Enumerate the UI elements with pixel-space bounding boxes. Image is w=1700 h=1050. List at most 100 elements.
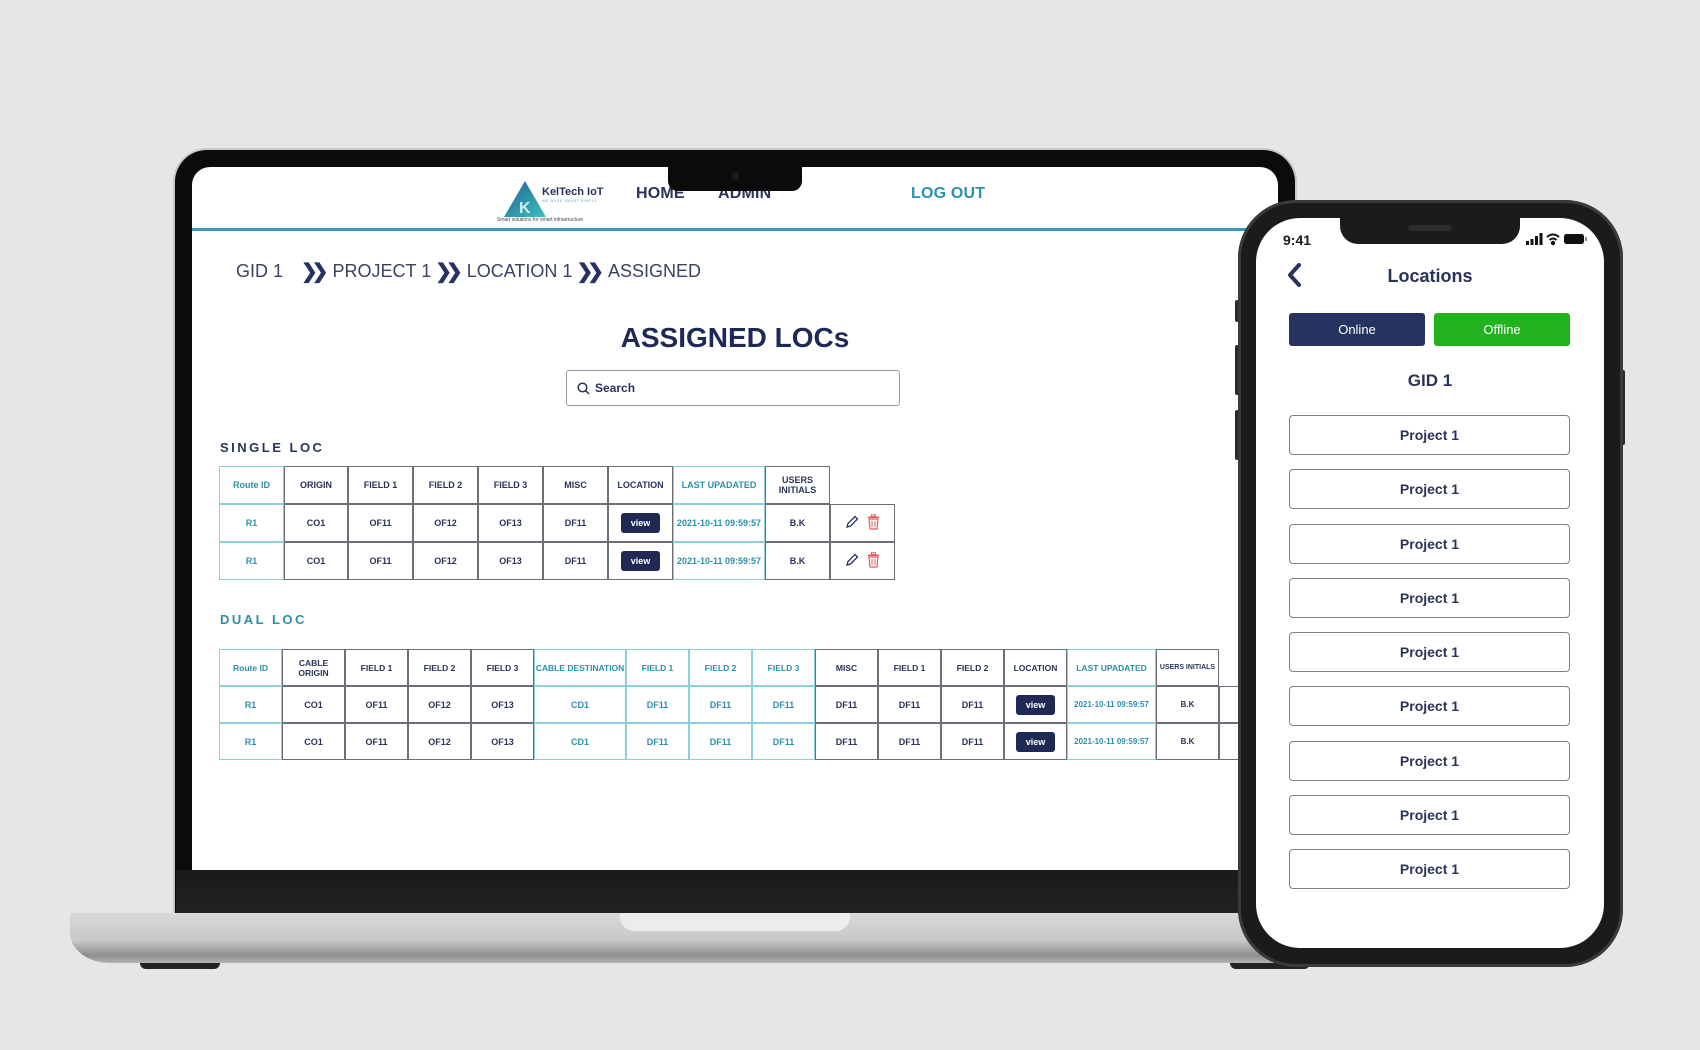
edit-pencil-icon[interactable] xyxy=(845,553,859,569)
column-header[interactable]: USERS INITIALS xyxy=(765,466,830,504)
table-cell: 2021-10-11 09:59:57 xyxy=(673,542,765,580)
search-icon xyxy=(577,381,590,395)
column-header[interactable]: Route ID xyxy=(219,649,282,686)
table-cell: OF13 xyxy=(471,686,534,723)
project-list-item[interactable]: Project 1 xyxy=(1289,686,1570,727)
breadcrumb-assigned[interactable]: ASSIGNED xyxy=(608,261,701,282)
edit-pencil-icon[interactable] xyxy=(845,515,859,531)
search-placeholder: Search xyxy=(595,381,636,395)
table-cell: R1 xyxy=(219,686,282,723)
table-cell: OF13 xyxy=(471,723,534,760)
table-cell: OF13 xyxy=(478,504,543,542)
delete-trash-icon[interactable] xyxy=(867,552,880,570)
project-list-item[interactable]: Project 1 xyxy=(1289,795,1570,836)
column-header[interactable]: FIELD 2 xyxy=(941,649,1004,686)
column-header[interactable]: FIELD 2 xyxy=(408,649,471,686)
tab-offline[interactable]: Offline xyxy=(1434,313,1570,346)
header-spacer xyxy=(1219,649,1239,686)
column-header[interactable]: LOCATION xyxy=(1004,649,1067,686)
column-header[interactable]: CABLE ORIGIN xyxy=(282,649,345,686)
project-list-item[interactable]: Project 1 xyxy=(1289,415,1570,455)
project-list-item[interactable]: Project 1 xyxy=(1289,849,1570,890)
camera-icon xyxy=(731,172,739,180)
column-header[interactable]: LAST UPADATED xyxy=(1067,649,1156,686)
table-row: R1 CO1 OF11 OF12 OF13 DF11 view 2021-10-11 09:5… xyxy=(219,542,895,580)
column-header[interactable]: FIELD 1 xyxy=(878,649,941,686)
laptop-opening-notch xyxy=(620,913,850,931)
column-header[interactable]: LAST UPADATED xyxy=(673,466,765,504)
project-list-item[interactable]: Project 1 xyxy=(1289,577,1570,618)
location-cell: view xyxy=(608,542,673,580)
column-header[interactable]: FIELD 2 xyxy=(689,649,752,686)
view-button[interactable]: view xyxy=(620,513,661,533)
table-cell: OF12 xyxy=(408,686,471,723)
table-cell: DF11 xyxy=(626,723,689,760)
table-cell: 2021-10-11 09:59:57 xyxy=(673,504,765,542)
double-chevron-right-icon: ❯❯ xyxy=(435,261,462,283)
actions-cell[interactable] xyxy=(1219,686,1239,723)
section-title-dual-loc: DUAL LOC xyxy=(220,612,307,627)
keltech-logo[interactable]: K KelTech IoT WE MAKE SMART SIMPLE Smart… xyxy=(497,177,607,225)
view-button[interactable]: view xyxy=(1015,731,1056,752)
table-cell: CO1 xyxy=(282,723,345,760)
view-button[interactable]: view xyxy=(1015,694,1056,715)
table-cell: DF11 xyxy=(543,504,608,542)
table-cell: CD1 xyxy=(534,686,626,723)
column-header[interactable]: USERS INITIALS xyxy=(1156,649,1219,686)
table-cell: B.K xyxy=(1156,723,1219,760)
header-spacer xyxy=(830,466,895,504)
project-list-item[interactable]: Project 1 xyxy=(1289,740,1570,781)
table-cell: DF11 xyxy=(689,686,752,723)
table-cell: DF11 xyxy=(941,723,1004,760)
table-cell: DF11 xyxy=(815,723,878,760)
search-input[interactable]: Search xyxy=(566,370,900,406)
battery-icon xyxy=(1564,234,1587,244)
logo-name: KelTech IoT xyxy=(542,186,604,198)
table-cell: DF11 xyxy=(752,686,815,723)
actions-cell xyxy=(830,542,895,580)
table-cell: OF12 xyxy=(413,504,478,542)
column-header[interactable]: FIELD 3 xyxy=(752,649,815,686)
laptop-screen: K KelTech IoT WE MAKE SMART SIMPLE Smart… xyxy=(192,167,1278,870)
wifi-icon xyxy=(1546,233,1560,246)
view-button[interactable]: view xyxy=(620,551,661,571)
delete-trash-icon[interactable] xyxy=(867,514,880,532)
table-cell: CO1 xyxy=(284,504,348,542)
dual-loc-table: Route ID CABLE ORIGIN FIELD 1 FIELD 2 FIELD … xyxy=(219,649,1239,760)
column-header[interactable]: FIELD 3 xyxy=(478,466,543,504)
column-header[interactable]: FIELD 1 xyxy=(348,466,413,504)
column-header[interactable]: LOCATION xyxy=(608,466,673,504)
svg-text:K: K xyxy=(519,200,531,217)
table-cell: CO1 xyxy=(284,542,348,580)
table-cell: R1 xyxy=(219,504,284,542)
table-cell: DF11 xyxy=(626,686,689,723)
project-list-item[interactable]: Project 1 xyxy=(1289,632,1570,673)
logout-link[interactable]: LOG OUT xyxy=(911,185,985,203)
laptop-bezel-bottom xyxy=(176,870,1294,915)
column-header[interactable]: CABLE DESTINATION xyxy=(534,649,626,686)
table-cell: OF11 xyxy=(345,686,408,723)
tab-online[interactable]: Online xyxy=(1289,313,1425,346)
project-list-item[interactable]: Project 1 xyxy=(1289,469,1570,510)
breadcrumb-location[interactable]: LOCATION 1 xyxy=(467,261,573,282)
project-list-item[interactable]: Project 1 xyxy=(1289,523,1570,564)
column-header[interactable]: MISC xyxy=(815,649,878,686)
breadcrumb-project[interactable]: PROJECT 1 xyxy=(333,261,432,282)
column-header[interactable]: MISC xyxy=(543,466,608,504)
table-cell: DF11 xyxy=(815,686,878,723)
column-header[interactable]: ORIGIN xyxy=(284,466,348,504)
table-cell: OF13 xyxy=(478,542,543,580)
actions-cell[interactable] xyxy=(1219,723,1239,760)
column-header[interactable]: FIELD 2 xyxy=(413,466,478,504)
table-cell: B.K xyxy=(765,504,830,542)
breadcrumb-gid[interactable]: GID 1 xyxy=(236,261,283,282)
table-cell: OF11 xyxy=(345,723,408,760)
table-cell: OF12 xyxy=(413,542,478,580)
column-header[interactable]: FIELD 1 xyxy=(345,649,408,686)
table-cell: DF11 xyxy=(878,686,941,723)
header-divider xyxy=(192,228,1278,231)
column-header[interactable]: FIELD 1 xyxy=(626,649,689,686)
table-cell: 2021-10-11 09:59:57 xyxy=(1067,686,1156,723)
column-header[interactable]: Route ID xyxy=(219,466,284,504)
column-header[interactable]: FIELD 3 xyxy=(471,649,534,686)
